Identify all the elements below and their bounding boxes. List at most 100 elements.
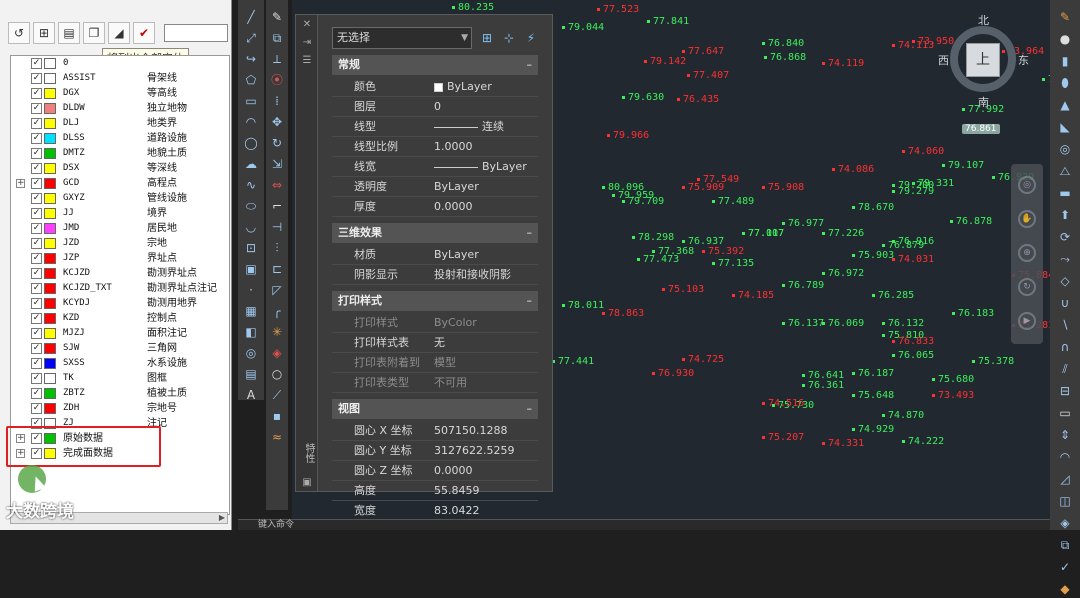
layer-row[interactable]: ✓ DLSS 道路设施 bbox=[11, 131, 229, 146]
elevation-point[interactable]: 74.060 bbox=[902, 146, 944, 157]
layer-color-swatch[interactable] bbox=[44, 88, 56, 99]
line-icon[interactable]: ╱ bbox=[242, 8, 260, 26]
layer-visibility-checkbox[interactable]: ✓ bbox=[31, 73, 42, 84]
elevation-point[interactable]: 76.183 bbox=[952, 308, 994, 319]
check-all-icon[interactable]: ✔ bbox=[133, 22, 155, 44]
layer-color-swatch[interactable] bbox=[44, 178, 56, 189]
elevation-point[interactable]: 79.107 bbox=[942, 160, 984, 171]
insert-block-icon[interactable]: ⊡ bbox=[242, 239, 260, 257]
elevation-point[interactable]: 79.630 bbox=[622, 92, 664, 103]
elevation-point[interactable]: 75.908 bbox=[762, 182, 804, 193]
elevation-point[interactable]: 76.879 bbox=[882, 240, 924, 251]
layer-row[interactable]: ✓ MJZJ 面积注记 bbox=[11, 326, 229, 341]
property-row[interactable]: 阴影显示 投射和接收阴影 bbox=[332, 265, 538, 285]
section-view[interactable]: 视图 – bbox=[332, 399, 538, 419]
layer-copy-icon[interactable]: ❐ bbox=[83, 22, 105, 44]
wedge-icon[interactable]: ◣ bbox=[1056, 118, 1074, 136]
layer-row[interactable]: ✓ KCYDJ 勘测用地界 bbox=[11, 296, 229, 311]
property-row[interactable]: 线宽 ByLayer bbox=[332, 157, 538, 177]
section-general[interactable]: 常规 – bbox=[332, 55, 538, 75]
chamfer-edge-icon[interactable]: ◿ bbox=[1056, 470, 1074, 488]
polygon-icon[interactable]: ⬠ bbox=[242, 71, 260, 89]
property-row[interactable]: 颜色 ByLayer bbox=[332, 77, 538, 97]
layer-search-input[interactable] bbox=[164, 24, 228, 42]
property-row[interactable]: 线型比例 1.0000 bbox=[332, 137, 538, 157]
arc-icon[interactable]: ◠ bbox=[242, 113, 260, 131]
elevation-point[interactable]: 74.725 bbox=[682, 354, 724, 365]
layer-color-swatch[interactable] bbox=[44, 133, 56, 144]
elevation-point[interactable]: 76.361 bbox=[802, 380, 844, 391]
layer-color-swatch[interactable] bbox=[44, 388, 56, 399]
layer-row[interactable]: ✓ JJ 境界 bbox=[11, 206, 229, 221]
property-value-cell[interactable]: 0.0000 bbox=[434, 461, 473, 481]
break-icon[interactable]: ⫶ bbox=[268, 239, 286, 257]
circle-tool-icon[interactable]: ○ bbox=[268, 365, 286, 383]
elevation-point[interactable]: 77.841 bbox=[647, 16, 689, 27]
elevation-point[interactable]: 76.833 bbox=[892, 336, 934, 347]
layer-row[interactable]: ✓ ZBTZ 植被土质 bbox=[11, 386, 229, 401]
property-value-cell[interactable]: 投射和接收阴影 bbox=[434, 265, 511, 285]
layer-row[interactable]: + ✓ GCD 高程点 bbox=[11, 176, 229, 191]
elevation-point[interactable]: 77.647 bbox=[682, 46, 724, 57]
hatch-icon[interactable]: ▦ bbox=[242, 302, 260, 320]
flatshot-icon[interactable]: ▭ bbox=[1056, 404, 1074, 422]
elevation-point[interactable]: 79.200 bbox=[892, 180, 934, 191]
layer-visibility-checkbox[interactable]: ✓ bbox=[31, 268, 42, 279]
pan-hand-icon[interactable]: ✋ bbox=[1018, 210, 1036, 228]
expand-icon[interactable]: + bbox=[16, 179, 25, 188]
layer-row[interactable]: ✓ DSX 等深线 bbox=[11, 161, 229, 176]
section-threed[interactable]: 三维效果 – bbox=[332, 223, 538, 243]
mirror-icon[interactable]: ⟂ bbox=[268, 50, 286, 68]
elevation-point[interactable]: 76.641 bbox=[802, 370, 844, 381]
extend-icon[interactable]: ⊣ bbox=[268, 218, 286, 236]
layer-row[interactable]: ✓ ZDH 宗地号 bbox=[11, 401, 229, 416]
cone-icon[interactable]: ▲ bbox=[1056, 96, 1074, 114]
property-value-cell[interactable]: 1.0000 bbox=[434, 137, 473, 157]
layer-visibility-checkbox[interactable]: ✓ bbox=[31, 133, 42, 144]
revolve-icon[interactable]: ⟳ bbox=[1056, 228, 1074, 246]
table-icon[interactable]: ▤ bbox=[242, 365, 260, 383]
union-icon[interactable]: ∪ bbox=[1056, 294, 1074, 312]
elevation-point[interactable]: 74.031 bbox=[892, 254, 934, 265]
layer-row[interactable]: ✓ SXSS 水系设施 bbox=[11, 356, 229, 371]
autohide-icon[interactable]: ⇥ bbox=[301, 37, 313, 49]
make-block-icon[interactable]: ▣ bbox=[242, 260, 260, 278]
property-value-cell[interactable]: 83.0422 bbox=[434, 501, 480, 521]
layer-visibility-checkbox[interactable]: ✓ bbox=[31, 58, 42, 69]
layer-color-swatch[interactable] bbox=[44, 208, 56, 219]
layer-row[interactable]: ✓ SJW 三角网 bbox=[11, 341, 229, 356]
property-value-cell[interactable]: 模型 bbox=[434, 353, 456, 373]
property-row[interactable]: 圆心 Y 坐标 3127622.5259 bbox=[332, 441, 538, 461]
elevation-point[interactable]: 76.187 bbox=[852, 368, 894, 379]
layer-window-icon[interactable]: ▤ bbox=[58, 22, 80, 44]
layer-visibility-checkbox[interactable]: ✓ bbox=[31, 223, 42, 234]
subtract-icon[interactable]: ∖ bbox=[1056, 316, 1074, 334]
elevation-point[interactable]: 76.069 bbox=[822, 318, 864, 329]
property-value-cell[interactable]: ByColor bbox=[434, 313, 477, 333]
property-row[interactable]: 图层 0 bbox=[332, 97, 538, 117]
layer-tool-icon[interactable]: ◈ bbox=[268, 344, 286, 362]
layer-row[interactable]: ✓ DGX 等高线 bbox=[11, 86, 229, 101]
elevation-point[interactable]: 79.966 bbox=[607, 130, 649, 141]
ellipse-arc-icon[interactable]: ◡ bbox=[242, 218, 260, 236]
layer-visibility-checkbox[interactable]: ✓ bbox=[31, 118, 42, 129]
layer-visibility-checkbox[interactable]: ✓ bbox=[31, 343, 42, 354]
elevation-point[interactable]: 79.709 bbox=[622, 196, 664, 207]
property-value-cell[interactable]: 3127622.5259 bbox=[434, 441, 514, 461]
layer-c-icon[interactable]: ↺ bbox=[8, 22, 30, 44]
layer-row[interactable]: ✓ DLDW 独立地物 bbox=[11, 101, 229, 116]
property-value-cell[interactable]: ByLayer bbox=[434, 245, 479, 265]
section-plot[interactable]: 打印样式 – bbox=[332, 291, 538, 311]
property-row[interactable]: 线型 连续 bbox=[332, 117, 538, 137]
layer-color-swatch[interactable] bbox=[44, 148, 56, 159]
elevation-point[interactable]: 75.378 bbox=[972, 356, 1014, 367]
compass-north[interactable]: 北 bbox=[978, 12, 989, 28]
loft-icon[interactable]: ◇ bbox=[1056, 272, 1074, 290]
layer-visibility-checkbox[interactable]: ✓ bbox=[31, 208, 42, 219]
orbit-icon[interactable]: ↻ bbox=[1018, 278, 1036, 296]
elevation-point[interactable]: 78.670 bbox=[852, 202, 894, 213]
collapse-icon[interactable]: – bbox=[527, 55, 533, 75]
elevation-point[interactable]: 76.285 bbox=[872, 290, 914, 301]
presspull-icon[interactable]: ⇕ bbox=[1056, 426, 1074, 444]
property-value-cell[interactable]: 不可用 bbox=[434, 373, 467, 393]
